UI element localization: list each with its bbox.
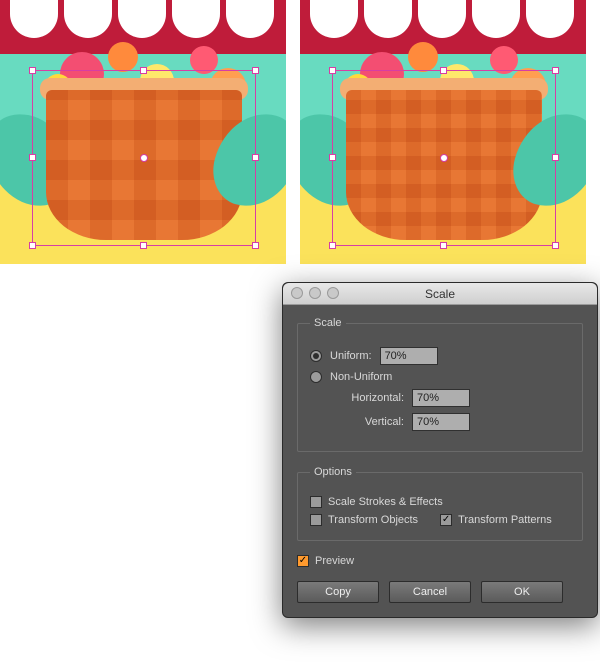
handle-bottom-right[interactable] xyxy=(552,242,559,249)
copy-button[interactable]: Copy xyxy=(297,581,379,603)
vertical-input[interactable] xyxy=(412,413,470,431)
scale-strokes-row: Scale Strokes & Effects xyxy=(310,496,570,508)
transform-patterns-checkbox[interactable] xyxy=(440,514,452,526)
vertical-row: Vertical: xyxy=(330,413,570,431)
handle-mid-right[interactable] xyxy=(552,154,559,161)
uniform-input[interactable] xyxy=(380,347,438,365)
nonuniform-row: Non-Uniform xyxy=(310,371,570,383)
handle-mid-left[interactable] xyxy=(329,154,336,161)
handle-top-center[interactable] xyxy=(140,67,147,74)
dialog-title: Scale xyxy=(425,287,455,301)
handle-bottom-left[interactable] xyxy=(329,242,336,249)
scale-strokes-label: Scale Strokes & Effects xyxy=(328,496,443,508)
dialog-body: Scale Uniform: Non-Uniform Horizontal: V… xyxy=(283,305,597,617)
transform-objects-label: Transform Objects xyxy=(328,514,418,526)
horizontal-row: Horizontal: xyxy=(330,389,570,407)
options-legend: Options xyxy=(310,466,356,478)
preview-label: Preview xyxy=(315,555,354,567)
transform-row: Transform Objects Transform Patterns xyxy=(310,514,570,526)
handle-bottom-right[interactable] xyxy=(252,242,259,249)
transform-patterns-label: Transform Patterns xyxy=(458,514,552,526)
nonuniform-radio[interactable] xyxy=(310,371,322,383)
cancel-button[interactable]: Cancel xyxy=(389,581,471,603)
uniform-row: Uniform: xyxy=(310,347,570,365)
handle-bottom-center[interactable] xyxy=(440,242,447,249)
vertical-label: Vertical: xyxy=(330,416,404,428)
artboard-before xyxy=(0,0,286,264)
scale-strokes-checkbox[interactable] xyxy=(310,496,322,508)
ok-button[interactable]: OK xyxy=(481,581,563,603)
uniform-radio[interactable] xyxy=(310,350,322,362)
handle-bottom-left[interactable] xyxy=(29,242,36,249)
preview-row: Preview xyxy=(297,555,583,567)
handle-top-right[interactable] xyxy=(552,67,559,74)
close-icon[interactable] xyxy=(291,287,303,299)
transform-objects-checkbox[interactable] xyxy=(310,514,322,526)
artboard-after xyxy=(300,0,586,264)
zoom-icon[interactable] xyxy=(327,287,339,299)
handle-bottom-center[interactable] xyxy=(140,242,147,249)
center-point-icon[interactable] xyxy=(140,154,148,162)
handle-top-left[interactable] xyxy=(29,67,36,74)
titlebar[interactable]: Scale xyxy=(283,283,597,305)
scale-dialog: Scale Scale Uniform: Non-Uniform Horizon… xyxy=(282,282,598,618)
handle-mid-left[interactable] xyxy=(29,154,36,161)
scale-group: Scale Uniform: Non-Uniform Horizontal: V… xyxy=(297,317,583,452)
nonuniform-label: Non-Uniform xyxy=(330,371,392,383)
preview-checkbox[interactable] xyxy=(297,555,309,567)
handle-top-left[interactable] xyxy=(329,67,336,74)
scale-legend: Scale xyxy=(310,317,346,329)
button-row: Copy Cancel OK xyxy=(297,581,583,603)
selection-bounds[interactable] xyxy=(32,70,256,246)
handle-top-center[interactable] xyxy=(440,67,447,74)
uniform-label: Uniform: xyxy=(330,350,372,362)
handle-mid-right[interactable] xyxy=(252,154,259,161)
minimize-icon[interactable] xyxy=(309,287,321,299)
horizontal-input[interactable] xyxy=(412,389,470,407)
selection-bounds[interactable] xyxy=(332,70,556,246)
center-point-icon[interactable] xyxy=(440,154,448,162)
options-group: Options Scale Strokes & Effects Transfor… xyxy=(297,466,583,541)
handle-top-right[interactable] xyxy=(252,67,259,74)
horizontal-label: Horizontal: xyxy=(330,392,404,404)
artboards-row xyxy=(0,0,600,278)
window-controls xyxy=(291,287,339,299)
